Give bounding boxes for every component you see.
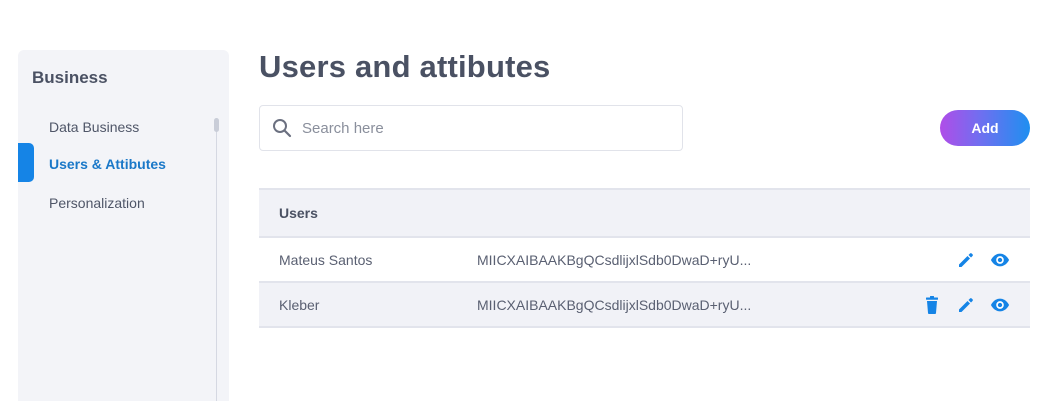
user-name: Mateus Santos [279,252,373,268]
sidebar-item-users-attributes[interactable]: Users & Attibutes [49,156,166,172]
sidebar-item-personalization[interactable]: Personalization [49,195,145,211]
user-key: MIICXAIBAAKBgQCsdlijxlSdb0DwaD+ryU... [477,252,752,268]
edit-icon[interactable] [956,295,976,315]
row-actions [956,250,1010,270]
user-name: Kleber [279,297,320,313]
sidebar-scrollbar-thumb[interactable] [214,118,219,132]
user-key: MIICXAIBAAKBgQCsdlijxlSdb0DwaD+ryU... [477,297,752,313]
sidebar-title: Business [32,68,108,87]
search-input[interactable] [302,114,672,142]
edit-icon[interactable] [956,250,976,270]
page-title: Users and attibutes [259,49,551,84]
table-row: Mateus Santos MIICXAIBAAKBgQCsdlijxlSdb0… [259,238,1030,283]
eye-icon[interactable] [990,295,1010,315]
add-button[interactable]: Add [940,110,1030,146]
trash-icon[interactable] [922,295,942,315]
sidebar-scrollbar-track[interactable] [216,118,217,401]
row-actions [922,295,1010,315]
eye-icon[interactable] [990,250,1010,270]
sidebar: Business Data Business Users & Attibutes… [18,50,229,401]
sidebar-item-data-business[interactable]: Data Business [49,119,139,135]
active-item-marker [18,143,34,182]
table-header-users: Users [279,205,318,221]
table-header: Users [259,188,1030,238]
search-box[interactable] [259,105,683,151]
users-table: Users Mateus Santos MIICXAIBAAKBgQCsdlij… [259,188,1030,328]
search-icon [273,119,292,138]
table-row: Kleber MIICXAIBAAKBgQCsdlijxlSdb0DwaD+ry… [259,283,1030,328]
